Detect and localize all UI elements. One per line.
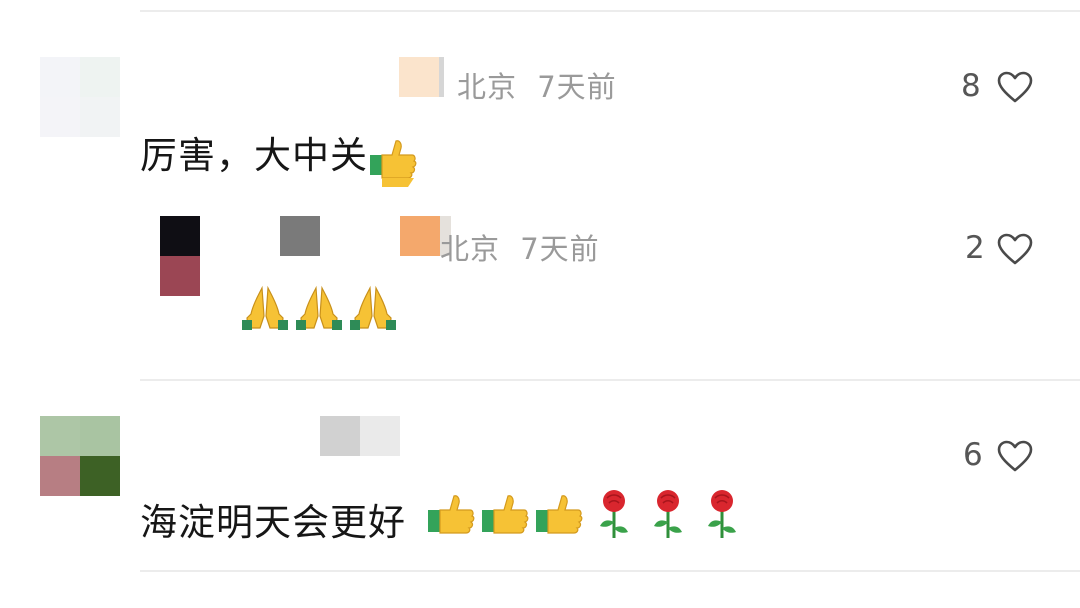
- like-count: 8: [961, 68, 981, 104]
- avatar[interactable]: [40, 57, 120, 137]
- comment-text: 海淀明天会更好: [140, 492, 406, 546]
- rose-emoji: [600, 490, 628, 538]
- heart-outline-icon[interactable]: [997, 71, 1033, 103]
- avatar[interactable]: [40, 416, 120, 496]
- folded-hands-emoji: [350, 285, 396, 330]
- rose-emoji: [708, 490, 736, 538]
- folded-hands-emoji: [242, 285, 288, 330]
- comment-text: [240, 284, 400, 332]
- rose-emoji: [654, 490, 682, 538]
- thumbs-up-emoji: [536, 495, 583, 534]
- comment-body: 海淀明天会更好: [140, 501, 406, 544]
- folded-hands-emoji: [296, 285, 342, 330]
- comment-body: 厉害，大中关: [140, 134, 368, 177]
- comment-time: 7天前: [537, 70, 617, 104]
- thumbs-up-emoji: [370, 139, 417, 187]
- divider-middle: [140, 379, 1080, 381]
- like-count: 2: [965, 230, 985, 266]
- divider-top: [140, 10, 1080, 12]
- divider-bottom: [140, 570, 1080, 572]
- username[interactable]: [280, 216, 451, 256]
- comment-meta: 北京 7天前: [440, 226, 600, 268]
- comment-location: 北京: [457, 70, 518, 104]
- comment-time: 7天前: [520, 232, 600, 266]
- username[interactable]: [399, 57, 444, 97]
- comment-text: 厉害，大中关: [140, 125, 420, 187]
- comment-location: 北京: [440, 232, 501, 266]
- thumbs-up-emoji: [428, 495, 475, 534]
- thumbs-up-emoji: [482, 495, 529, 534]
- heart-outline-icon[interactable]: [997, 233, 1033, 265]
- username[interactable]: [320, 416, 400, 456]
- like-count: 6: [963, 437, 983, 473]
- avatar[interactable]: [160, 216, 200, 296]
- comment-meta: 北京 7天前: [457, 64, 617, 106]
- heart-outline-icon[interactable]: [997, 440, 1033, 472]
